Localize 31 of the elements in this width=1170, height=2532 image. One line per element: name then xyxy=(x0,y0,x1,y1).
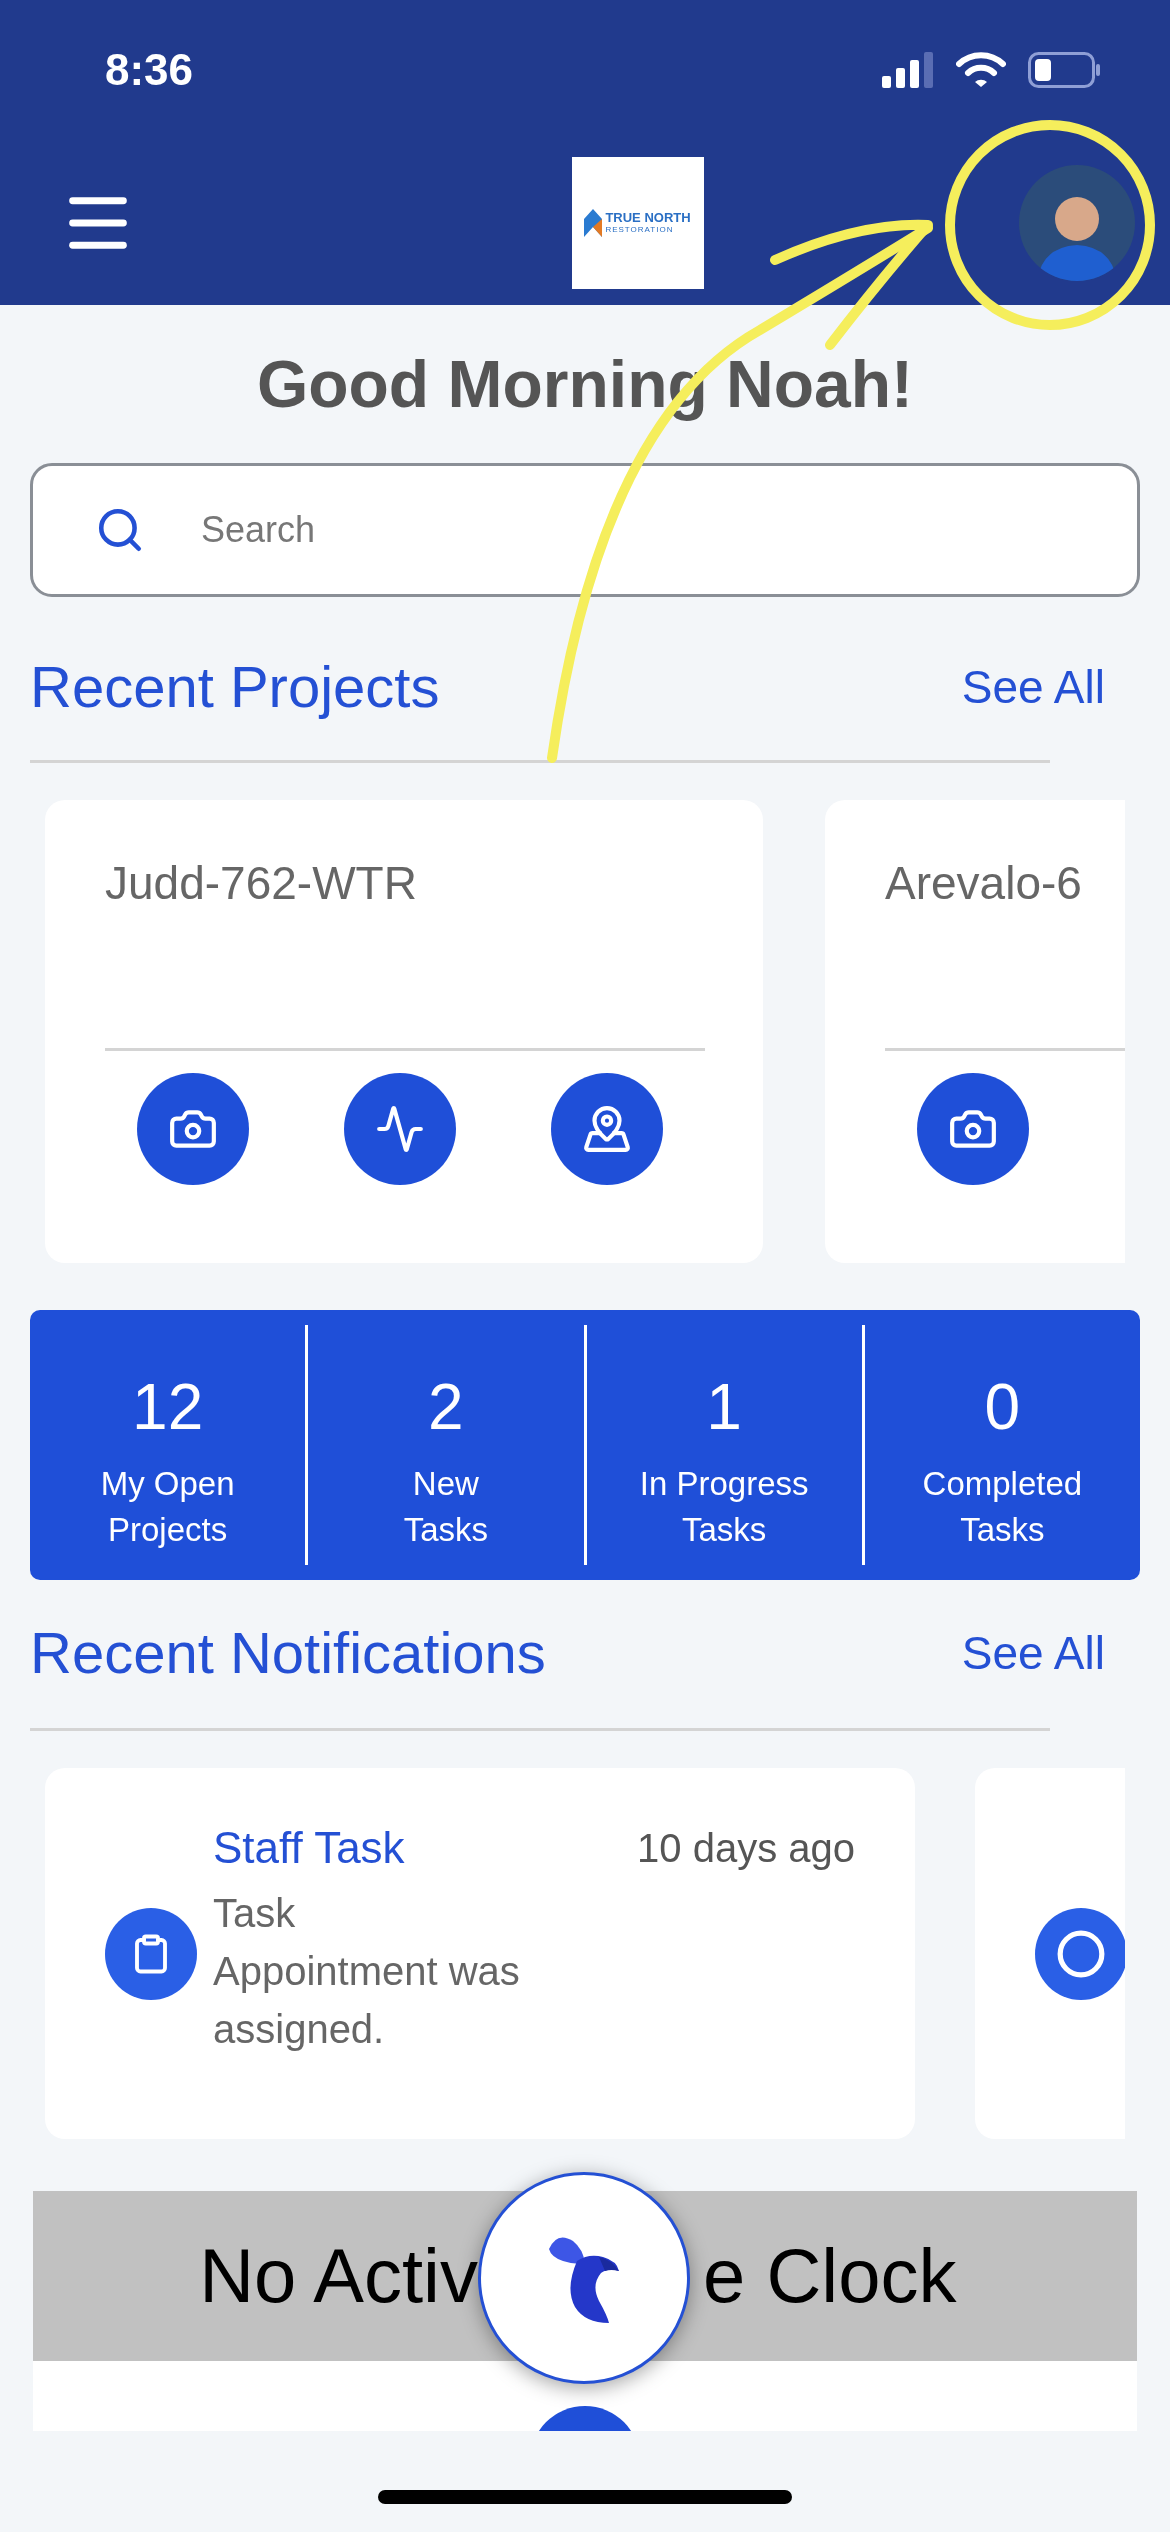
pulse-icon xyxy=(375,1104,425,1154)
notification-message: Task Appointment was assigned. xyxy=(213,1890,521,2053)
notification-time: 10 days ago xyxy=(637,1828,855,1868)
section-title: Recent Notifications xyxy=(30,1624,546,1682)
notification-card[interactable]: Staff Task 10 days ago Task Appointment was assigned. xyxy=(45,1768,915,2139)
banner-text: No Activ xyxy=(198,2238,478,2314)
project-name: Judd-762-WTR xyxy=(105,860,418,911)
see-all-link[interactable]: See All xyxy=(961,664,1105,710)
roof-icon xyxy=(584,208,603,237)
project-name: Arevalo-6 xyxy=(885,860,1083,911)
notification-title: Staff Task xyxy=(213,1826,405,1870)
project-card[interactable]: Arevalo-6 xyxy=(825,800,1125,1263)
stat-label: Completed Tasks xyxy=(922,1464,1083,1550)
logo-tagline: RESTORATION xyxy=(605,226,674,234)
map-pin-icon xyxy=(582,1104,632,1154)
stat-value: 12 xyxy=(132,1375,204,1439)
status-time: 8:36 xyxy=(105,44,194,96)
stat-value: 2 xyxy=(428,1375,464,1439)
wifi-icon xyxy=(956,52,1006,88)
stat-label: In Progress Tasks xyxy=(639,1464,809,1550)
stat-value: 0 xyxy=(984,1375,1021,1439)
logo-name: TRUE NORTH xyxy=(605,211,691,224)
stat-label: New Tasks xyxy=(403,1464,489,1550)
stat-value: 1 xyxy=(706,1375,742,1439)
see-all-link[interactable]: See All xyxy=(961,1630,1105,1676)
signal-icon xyxy=(882,52,934,88)
stat-label: My Open Projects xyxy=(100,1464,235,1550)
project-card[interactable]: Judd-762-WTR xyxy=(45,800,763,1263)
battery-icon xyxy=(1028,52,1100,88)
banner-text: e Clock xyxy=(703,2238,957,2314)
search-field[interactable]: Search xyxy=(30,463,1140,597)
